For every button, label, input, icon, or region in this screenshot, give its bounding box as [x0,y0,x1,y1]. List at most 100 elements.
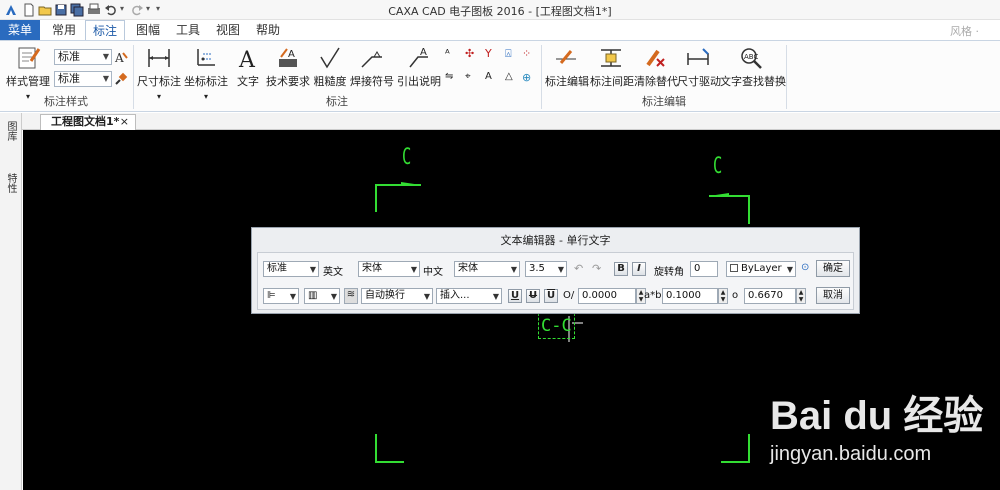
datum-icon[interactable]: Υ [485,47,499,61]
array-dots-icon[interactable]: ⁘ [522,47,536,61]
chinese-font-label: 中文 [423,267,443,278]
coordinate-dimension-icon [197,49,215,66]
watermark: Bai du 经验 jingyan.baidu.com [770,383,995,483]
overline-button[interactable]: U [544,289,558,303]
chevron-down-icon: ▼ [330,292,337,301]
paint-brush-icon[interactable] [114,72,128,86]
tab-common[interactable]: 常用 [46,20,82,40]
window-title: CAXA CAD 电子图板 2016 - [工程图文档1*] [388,5,612,18]
char-spacing-input[interactable]: 0.1000 [662,288,718,304]
hole-callout-icon[interactable]: ⍓ [505,47,519,61]
document-tab[interactable]: 工程图文档1* × [40,114,136,130]
chevron-down-icon: ▼ [423,292,430,301]
dimension-spacing-icon [601,49,621,67]
align-left-icon: ⊫ [267,290,276,301]
ribbon-tabs: 菜单 常用 标注 图幅 工具 视图 帮助 风格 · [0,20,1000,40]
char-spacing-spinner[interactable]: ▲ ▼ [718,288,728,304]
center-mark-icon[interactable]: ✣ [465,47,479,61]
user-style-menu[interactable]: 风格 · [950,23,979,39]
wrap-mode-select[interactable]: 自动换行 ▼ [361,288,433,304]
dimension-edit-icon [556,50,576,64]
insert-select[interactable]: 插入... ▼ [436,288,502,304]
text-find-replace-button[interactable]: ABC 文字查找替换 [720,45,786,89]
text-line-icon[interactable]: ᴬ [445,47,459,61]
leader-note-button[interactable]: A 引出说明 [397,45,441,89]
english-font-select[interactable]: 宋体 ▼ [358,261,420,277]
side-tab-properties[interactable]: 特性 [4,173,18,193]
bold-button[interactable]: B [614,262,628,276]
magnifier-icon: ABC [741,48,762,69]
document-tab-strip: 工程图文档1* × [22,113,1000,130]
svg-text:A: A [288,49,295,60]
watermark-brand: Bai du 经验 [770,394,984,438]
width-ratio-label: o [732,290,739,301]
globe-icon[interactable]: ⊕ [522,71,536,85]
dimension-icon [148,49,170,67]
roughness-button[interactable]: 粗糙度 [313,45,347,89]
text-style-icon[interactable]: A [114,50,128,64]
chevron-down-icon: ▼ [557,265,564,274]
symbol-icon[interactable]: ≋ [344,288,358,304]
svg-text:A: A [114,51,124,64]
text-style-select[interactable]: 标准 ▼ [263,261,319,277]
leader-note-icon: A [409,47,428,68]
ok-button[interactable]: 确定 [816,260,850,277]
rotation-label: 旋转角 [654,267,684,278]
cone-icon[interactable]: △ [505,71,519,85]
weld-symbol-button[interactable]: 焊接符号 [350,45,394,89]
chevron-down-icon: ▼ [102,74,109,83]
title-bar: ▾ ▾ ▾ CAXA CAD 电子图板 2016 - [工程图文档1*] [0,0,1000,20]
rotation-input[interactable]: 0 [690,261,718,277]
layer-color-select[interactable]: ByLayer ▼ [726,261,796,277]
annotate-group-label: 标注 [326,95,348,108]
tab-tools[interactable]: 工具 [170,20,206,40]
chevron-down-icon: ▼ [492,292,499,301]
style-group-label: 标注样式 [44,95,88,108]
width-ratio-spinner[interactable]: ▲ ▼ [796,288,806,304]
chamfer-note-icon[interactable]: ⌖ [465,71,479,85]
dialog-body: 标准 ▼ 英文 宋体 ▼ 中文 宋体 ▼ 3.5 ▼ ↶ ↷ B I 旋转角 0 ByL… [257,252,854,310]
dimension-spacing-button[interactable]: 标注间距 [590,45,634,89]
editing-text-box[interactable]: C-C [538,313,575,339]
close-icon[interactable]: × [120,115,129,129]
tab-annotate[interactable]: 标注 [85,20,125,40]
text-button[interactable]: A 文字 [233,45,263,89]
italic-button[interactable]: I [632,262,646,276]
text-height-select[interactable]: 3.5 ▼ [525,261,567,277]
ratio-icon[interactable]: A [485,71,499,85]
undo-icon[interactable]: ↶ [574,262,583,275]
arrow-right-top [709,193,729,196]
clear-override-icon [646,49,665,67]
frame-select[interactable]: ▥ ▼ [304,288,340,304]
oblique-input[interactable]: 0.0000 [578,288,636,304]
dimension-style-combo[interactable]: 标准 ▼ [54,49,112,65]
cancel-button[interactable]: 取消 [816,287,850,304]
svg-text:A: A [420,47,427,58]
side-panel: 图库 特性 [0,113,22,490]
chevron-down-icon: ▼ [786,265,793,274]
style-manager-icon [18,47,41,69]
underline-button[interactable]: U [508,289,522,303]
dimension-drive-button[interactable]: 尺寸驱动 [677,45,721,89]
frame-icon: ▥ [308,290,318,301]
chinese-font-select[interactable]: 宋体 ▼ [454,261,520,277]
redo-icon[interactable]: ↷ [592,262,601,275]
tab-view[interactable]: 视图 [210,20,246,40]
tech-requirements-button[interactable]: A 技术要求 [266,45,310,89]
expand-icon[interactable]: ⊙ [801,262,809,273]
align-select[interactable]: ⊫ ▼ [263,288,299,304]
strikethrough-button[interactable]: U [526,289,540,303]
dim-arrange-icon[interactable]: ⇋ [445,71,459,85]
cut-line-right-bottom [721,434,750,463]
text-style-combo[interactable]: 标准 ▼ [54,71,112,87]
dimension-drive-icon [687,48,709,65]
tab-menu[interactable]: 菜单 [0,20,40,40]
dimension-edit-button[interactable]: 标注编辑 [545,45,589,89]
tab-sheet[interactable]: 图幅 [130,20,166,40]
side-tab-library[interactable]: 图库 [4,121,18,141]
width-ratio-input[interactable]: 0.6670 [744,288,796,304]
tab-help[interactable]: 帮助 [250,20,286,40]
chevron-down-icon: ▼ [102,52,109,61]
ribbon-panel: 样式管理 ▾ 标准 ▼ A 标准 ▼ 标注样式 尺寸标注 ▾ 坐标标注 ▾ A 文字 A … [0,40,1000,112]
clear-override-button[interactable]: 清除替代 [634,45,678,89]
